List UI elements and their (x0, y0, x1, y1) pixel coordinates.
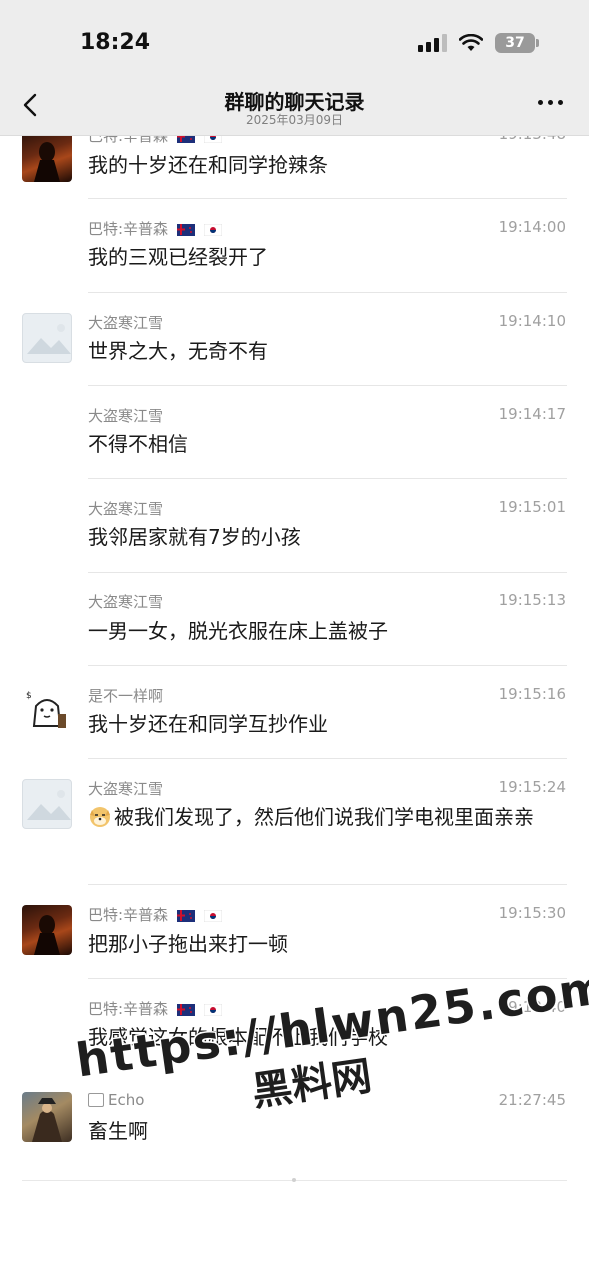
message-text: 畜生啊 (88, 1119, 148, 1143)
cat-avatar[interactable]: $ (22, 686, 72, 736)
flag-nz-icon (176, 1003, 195, 1016)
message-time: 19:15:24 (498, 778, 566, 796)
message-divider (88, 758, 567, 759)
doge-emoji-icon (90, 807, 110, 827)
message-sender: 大盗寒江雪 (88, 500, 164, 518)
message-time: 21:27:45 (498, 1091, 566, 1109)
snow-avatar[interactable] (22, 779, 72, 829)
message-text: 我的十岁还在和同学抢辣条 (88, 153, 328, 177)
wifi-icon (459, 34, 483, 51)
flag-kr-icon (203, 223, 222, 236)
bart-avatar[interactable] (22, 132, 72, 182)
message-sender: 巴特:辛普森 (88, 218, 222, 239)
battery-icon: 37 (495, 33, 539, 53)
message-time: 19:15:01 (498, 498, 566, 516)
top-bar: 18:24 37 群聊的聊天记录 2025年03月09日 (0, 0, 589, 136)
message-text: 我邻居家就有7岁的小孩 (88, 525, 301, 549)
message-text: 被我们发现了，然后他们说我们学电视里面亲亲 (88, 801, 565, 834)
flag-nz-icon (176, 909, 195, 922)
message-divider (88, 478, 567, 479)
message-time: 19:15:13 (498, 591, 566, 609)
message-divider (88, 385, 567, 386)
message-sender: 是不一样啊 (88, 687, 164, 705)
message-text: 把那小子拖出来打一顿 (88, 932, 288, 956)
status-icons: 37 (418, 32, 539, 54)
list-end-dot (292, 1178, 296, 1182)
message-text: 不得不相信 (88, 432, 188, 456)
page-date: 2025年03月09日 (245, 113, 344, 127)
message-time: 19:15:16 (498, 685, 566, 703)
message-divider (88, 665, 567, 666)
message-divider (88, 572, 567, 573)
message-text: 我感觉这女的根本配不上我们学校 (88, 1025, 388, 1049)
message-divider (88, 884, 567, 885)
message-text: 我的三观已经裂开了 (88, 245, 268, 269)
message-time: 19:14:17 (498, 405, 566, 423)
message-sender: 大盗寒江雪 (88, 593, 164, 611)
bart-avatar[interactable] (22, 905, 72, 955)
flag-nz-icon (176, 223, 195, 236)
message-sender: 大盗寒江雪 (88, 407, 164, 425)
flag-kr-icon (203, 909, 222, 922)
status-time: 18:24 (80, 30, 151, 55)
message-sender: Echo (88, 1091, 144, 1109)
echo-prefix-icon (88, 1093, 104, 1107)
message-time: 19:18:40 (498, 998, 566, 1016)
message-sender: 巴特:辛普森 (88, 998, 222, 1019)
echo-avatar[interactable] (22, 1092, 72, 1142)
svg-text:$: $ (26, 691, 32, 701)
message-divider (88, 978, 567, 979)
message-divider (88, 198, 567, 199)
message-text: 一男一女，脱光衣服在床上盖被子 (88, 619, 388, 643)
message-text: 世界之大，无奇不有 (88, 339, 268, 363)
cellular-signal-icon (418, 34, 447, 52)
message-divider (88, 292, 567, 293)
flag-kr-icon (203, 1003, 222, 1016)
more-options-icon[interactable] (538, 100, 563, 105)
message-time: 19:14:10 (498, 312, 566, 330)
message-sender: 大盗寒江雪 (88, 314, 164, 332)
message-time: 19:15:30 (498, 904, 566, 922)
message-sender: 巴特:辛普森 (88, 904, 222, 925)
message-sender: 大盗寒江雪 (88, 780, 164, 798)
message-time: 19:14:00 (498, 218, 566, 236)
snow-avatar[interactable] (22, 313, 72, 363)
message-text: 我十岁还在和同学互抄作业 (88, 712, 328, 736)
